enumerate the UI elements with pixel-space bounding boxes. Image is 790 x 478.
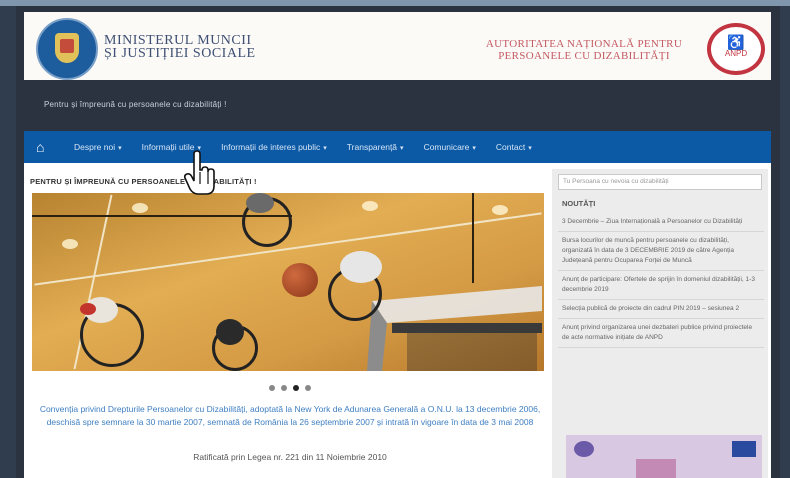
- home-icon[interactable]: ⌂: [36, 140, 52, 154]
- webpage: MINISTERUL MUNCII ȘI JUSTIȚIEI SOCIALE A…: [16, 6, 780, 478]
- main-content: PENTRU ȘI ÎMPREUNĂ CU PERSOANELE CU DIZA…: [24, 163, 771, 478]
- nav-item-label: Contact: [495, 142, 526, 152]
- hand-cursor-icon: [184, 150, 215, 195]
- light-reflection: [62, 239, 78, 249]
- sidebar: Tu Persoana cu nevoia cu dizabilități NO…: [552, 169, 768, 478]
- player-body: [246, 193, 274, 213]
- ministry-line-2: ȘI JUSTIȚIEI SOCIALE: [104, 46, 256, 61]
- news-heading: NOUTĂȚI: [562, 199, 596, 208]
- nav-item-label: Informații de interes public: [221, 142, 321, 152]
- news-item[interactable]: Anunț privind organizarea unei dezbateri…: [558, 319, 764, 348]
- news-item[interactable]: Selecția publică de proiecte din cadrul …: [558, 300, 764, 319]
- caret-down-icon: ▾: [528, 145, 532, 152]
- eu-flag-icon: [732, 441, 756, 457]
- nav-item-interes-public[interactable]: Informații de interes public ▾: [221, 142, 327, 152]
- nav-item-contact[interactable]: Contact ▾: [496, 142, 532, 152]
- nav-item-transparenta[interactable]: Transparență ▾: [347, 142, 404, 152]
- news-list: 3 Decembrie – Ziua Internațională a Pers…: [558, 213, 764, 348]
- ministry-name[interactable]: MINISTERUL MUNCII ȘI JUSTIȚIEI SOCIALE: [104, 34, 256, 61]
- news-item[interactable]: Anunț de participare: Ofertele de spriji…: [558, 271, 764, 300]
- court-line-dark: [472, 193, 474, 283]
- site-tagline: Pentru și împreună cu persoanele cu diza…: [44, 100, 227, 109]
- light-reflection: [492, 205, 508, 215]
- slider-dot[interactable]: [305, 385, 311, 391]
- nav-item-comunicare[interactable]: Comunicare ▾: [424, 142, 476, 152]
- anpd-name[interactable]: AUTORITATEA NAȚIONALĂ PENTRU PERSOANELE …: [469, 38, 699, 62]
- nav-menu: Despre noi ▾ Informații utile ▾ Informații…: [74, 131, 552, 163]
- romania-crest-icon[interactable]: [36, 18, 98, 80]
- convention-link[interactable]: Convenția privind Drepturile Persoanelor…: [38, 403, 542, 429]
- government-logo-icon: [574, 441, 594, 457]
- main-navbar: ⌂ Despre noi ▾ Informații utile ▾ Informaț…: [24, 131, 771, 163]
- caret-down-icon: ▾: [118, 145, 122, 152]
- ratification-text: Ratificată prin Legea nr. 221 din 11 Noi…: [193, 452, 387, 462]
- caret-down-icon: ▾: [400, 145, 404, 152]
- header-logo-band: MINISTERUL MUNCII ȘI JUSTIȚIEI SOCIALE A…: [24, 12, 771, 80]
- caret-down-icon: ▾: [323, 145, 327, 152]
- player-jersey: [340, 251, 382, 283]
- player-detail: [80, 303, 96, 315]
- search-input[interactable]: Tu Persoana cu nevoia cu dizabilități: [558, 174, 762, 190]
- hero-slider-image[interactable]: [32, 193, 544, 371]
- anpd-line-1: AUTORITATEA NAȚIONALĂ PENTRU: [485, 38, 683, 50]
- slider-pagination: [269, 385, 311, 391]
- nav-item-despre-noi[interactable]: Despre noi ▾: [74, 142, 122, 152]
- slider-dot-active[interactable]: [293, 385, 299, 391]
- wheelchair-icon: ♿: [727, 34, 745, 50]
- anpd-line-2: PERSOANELE CU DIZABILITĂȚI: [498, 50, 670, 62]
- nav-item-label: Comunicare: [423, 142, 470, 152]
- nav-item-label: Transparență: [346, 142, 398, 152]
- nav-item-label: Despre noi: [74, 142, 116, 152]
- window-frame: MINISTERUL MUNCII ȘI JUSTIȚIEI SOCIALE A…: [0, 0, 790, 478]
- light-reflection: [362, 201, 378, 211]
- banner-photo: [636, 459, 676, 478]
- slider-dot[interactable]: [269, 385, 275, 391]
- anpd-logo[interactable]: ♿ ANPD: [707, 23, 765, 75]
- player-body: [216, 319, 244, 345]
- page-title: PENTRU ȘI ÎMPREUNĂ CU PERSOANELE CU DIZA…: [30, 177, 257, 186]
- news-item[interactable]: Bursa locurilor de muncă pentru persoane…: [558, 232, 764, 271]
- light-reflection: [132, 203, 148, 213]
- caret-down-icon: ▾: [472, 145, 476, 152]
- promo-banner[interactable]: [566, 435, 762, 478]
- anpd-logo-label: ANPD: [724, 49, 748, 58]
- news-item[interactable]: 3 Decembrie – Ziua Internațională a Pers…: [558, 213, 764, 232]
- basketball: [282, 263, 318, 297]
- slider-dot[interactable]: [281, 385, 287, 391]
